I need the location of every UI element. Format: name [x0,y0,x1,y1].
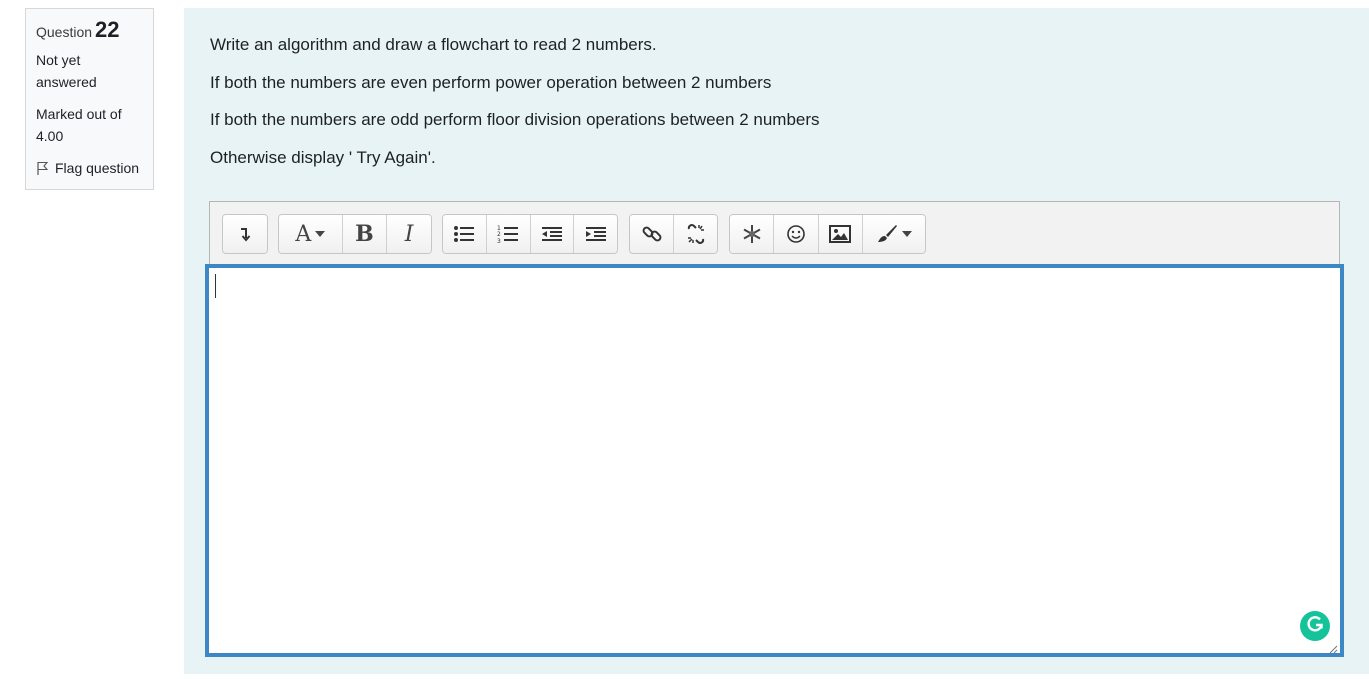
toolbar-group-collapse [222,214,268,254]
question-grade: Marked out of 4.00 [36,106,122,144]
chevron-down-icon [315,231,326,237]
image-icon [829,225,852,243]
question-text: Write an algorithm and draw a flowchart … [210,34,820,184]
question-line: Otherwise display ' Try Again'. [210,147,436,167]
outdent-icon [541,226,563,242]
bullet-list-icon [453,225,475,243]
paintbrush-icon [876,224,898,244]
snowflake-icon [741,223,763,245]
italic-label: I [404,221,414,247]
svg-text:2: 2 [497,231,501,238]
show-more-buttons-button[interactable] [223,215,267,253]
flag-question-link[interactable]: Flag question [36,157,143,179]
question-line: If both the numbers are even perform pow… [210,72,772,92]
bold-button[interactable]: B [342,215,388,253]
font-style-button[interactable]: A [279,215,343,253]
question-state: Not yet answered [36,52,97,90]
chevron-down-icon [902,231,912,237]
text-caret [215,274,216,298]
answer-editor: A B I 1 2 3 [205,201,1344,657]
toolbar-group-links [629,214,718,254]
question-line: Write an algorithm and draw a flowchart … [210,35,657,54]
question-content: Write an algorithm and draw a flowchart … [184,8,1369,674]
indent-icon [585,226,607,242]
question-number: Question 22 [36,19,143,43]
question-line: If both the numbers are odd perform floo… [210,110,820,130]
insert-image-button[interactable] [818,215,863,253]
insert-emoticon-button[interactable] [774,215,819,253]
bold-label: B [355,221,374,247]
flag-icon [36,161,49,176]
unlink-icon [685,223,707,245]
editor-toolbar: A B I 1 2 3 [209,201,1340,265]
question-label: Question [36,24,93,40]
question-info-panel: Question 22 Not yet answered Marked out o… [25,8,154,190]
insert-equation-button[interactable] [730,215,775,253]
unordered-list-button[interactable] [443,215,487,253]
svg-text:3: 3 [497,238,501,244]
ordered-list-button[interactable]: 123 [486,215,531,253]
unlink-button[interactable] [674,215,717,253]
outdent-button[interactable] [530,215,575,253]
toolbar-group-lists: 123 [442,214,618,254]
media-brush-button[interactable] [862,215,925,253]
expand-toolbar-icon [238,226,252,242]
toolbar-group-style: A B I [278,214,432,254]
grammarly-button[interactable] [1300,611,1330,641]
italic-button[interactable]: I [387,215,431,253]
link-icon [641,223,663,245]
resize-handle[interactable] [1328,641,1338,654]
smiley-icon [786,224,806,244]
grammarly-icon [1305,614,1325,639]
answer-text-area[interactable] [205,264,1344,657]
question-number-value: 22 [95,17,120,42]
toolbar-group-insert [729,214,926,254]
flag-question-label: Flag question [55,160,140,176]
link-button[interactable] [630,215,674,253]
font-style-label: A [295,221,312,247]
indent-button[interactable] [574,215,617,253]
numbered-list-icon: 123 [497,224,519,244]
